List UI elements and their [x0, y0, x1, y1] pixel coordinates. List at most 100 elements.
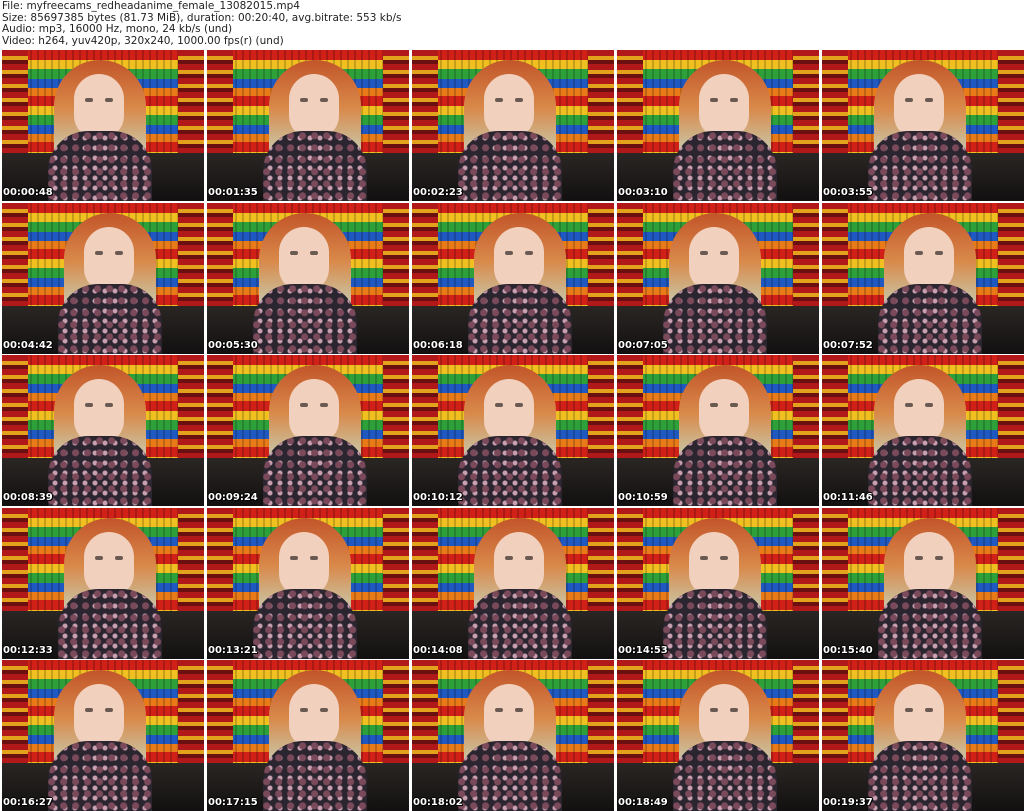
- person-body: [48, 131, 152, 201]
- frame-timestamp: 00:07:52: [823, 339, 873, 351]
- person-body: [58, 588, 162, 659]
- person-body: [458, 436, 562, 506]
- frame-timestamp: 00:10:59: [618, 492, 668, 503]
- person-face: [279, 226, 329, 291]
- person-face: [74, 74, 124, 138]
- person-face: [84, 531, 134, 596]
- person-face: [84, 226, 134, 291]
- frame-timestamp: 00:08:39: [3, 492, 53, 503]
- person-body: [878, 588, 982, 659]
- person-face: [699, 379, 749, 443]
- person-body: [663, 588, 767, 659]
- frame-timestamp: 00:12:33: [3, 644, 53, 656]
- frame-thumbnail: 00:18:02: [412, 660, 614, 811]
- person-face: [289, 379, 339, 443]
- frame-thumbnail: 00:12:33: [2, 507, 204, 659]
- thumbnail-grid: 00:00:48 00:01:35 00:02:23 00:03:10 00:03:55…: [2, 50, 1024, 811]
- person-body: [458, 131, 562, 201]
- frame-thumbnail: 00:19:37: [822, 660, 1024, 811]
- frame-timestamp: 00:10:12: [413, 492, 463, 503]
- frame-thumbnail: 00:11:46: [822, 355, 1024, 506]
- frame-timestamp: 00:18:02: [413, 797, 463, 808]
- frame-timestamp: 00:15:40: [823, 644, 873, 656]
- frame-thumbnail: 00:07:52: [822, 202, 1024, 354]
- person-face: [894, 684, 944, 748]
- frame-timestamp: 00:02:23: [413, 187, 463, 198]
- person-face: [689, 226, 739, 291]
- frame-thumbnail: 00:05:30: [207, 202, 409, 354]
- person-body: [263, 741, 367, 811]
- person-face: [74, 684, 124, 748]
- frame-timestamp: 00:00:48: [3, 187, 53, 198]
- person-face: [699, 74, 749, 138]
- frame-timestamp: 00:11:46: [823, 492, 873, 503]
- person-face: [484, 74, 534, 138]
- frame-timestamp: 00:14:08: [413, 644, 463, 656]
- frame-timestamp: 00:05:30: [208, 339, 258, 351]
- person-body: [663, 283, 767, 354]
- person-face: [484, 684, 534, 748]
- person-face: [289, 74, 339, 138]
- frame-thumbnail: 00:10:59: [617, 355, 819, 506]
- frame-thumbnail: 00:02:23: [412, 50, 614, 201]
- frame-thumbnail: 00:04:42: [2, 202, 204, 354]
- person-body: [253, 588, 357, 659]
- frame-timestamp: 00:03:55: [823, 187, 873, 198]
- frame-thumbnail: 00:14:53: [617, 507, 819, 659]
- frame-thumbnail: 00:17:15: [207, 660, 409, 811]
- person-face: [894, 379, 944, 443]
- person-face: [904, 531, 954, 596]
- person-face: [289, 684, 339, 748]
- file-info-header: File: myfreecams_redheadanime_female_130…: [0, 0, 1024, 50]
- person-body: [263, 436, 367, 506]
- frame-thumbnail: 00:07:05: [617, 202, 819, 354]
- person-body: [868, 741, 972, 811]
- person-face: [494, 226, 544, 291]
- frame-thumbnail: 00:03:55: [822, 50, 1024, 201]
- frame-thumbnail: 00:03:10: [617, 50, 819, 201]
- frame-timestamp: 00:14:53: [618, 644, 668, 656]
- person-body: [48, 741, 152, 811]
- person-body: [673, 131, 777, 201]
- frame-thumbnail: 00:08:39: [2, 355, 204, 506]
- frame-thumbnail: 00:13:21: [207, 507, 409, 659]
- frame-thumbnail: 00:14:08: [412, 507, 614, 659]
- frame-thumbnail: 00:09:24: [207, 355, 409, 506]
- person-body: [263, 131, 367, 201]
- person-face: [699, 684, 749, 748]
- frame-thumbnail: 00:06:18: [412, 202, 614, 354]
- person-face: [689, 531, 739, 596]
- person-body: [58, 283, 162, 354]
- person-body: [253, 283, 357, 354]
- frame-timestamp: 00:19:37: [823, 797, 873, 808]
- person-body: [48, 436, 152, 506]
- person-face: [279, 531, 329, 596]
- person-body: [868, 131, 972, 201]
- frame-timestamp: 00:16:27: [3, 797, 53, 808]
- frame-timestamp: 00:04:42: [3, 339, 53, 351]
- person-body: [458, 741, 562, 811]
- person-body: [673, 436, 777, 506]
- frame-thumbnail: 00:10:12: [412, 355, 614, 506]
- frame-timestamp: 00:03:10: [618, 187, 668, 198]
- person-body: [468, 588, 572, 659]
- frame-timestamp: 00:06:18: [413, 339, 463, 351]
- frame-timestamp: 00:01:35: [208, 187, 258, 198]
- person-face: [484, 379, 534, 443]
- frame-thumbnail: 00:18:49: [617, 660, 819, 811]
- person-face: [74, 379, 124, 443]
- frame-thumbnail: 00:01:35: [207, 50, 409, 201]
- frame-timestamp: 00:18:49: [618, 797, 668, 808]
- person-body: [868, 436, 972, 506]
- frame-timestamp: 00:13:21: [208, 644, 258, 656]
- person-face: [894, 74, 944, 138]
- person-face: [904, 226, 954, 291]
- frame-timestamp: 00:17:15: [208, 797, 258, 808]
- person-body: [468, 283, 572, 354]
- file-name-line: File: myfreecams_redheadanime_female_130…: [2, 0, 300, 12]
- frame-thumbnail: 00:00:48: [2, 50, 204, 201]
- frame-timestamp: 00:07:05: [618, 339, 668, 351]
- frame-timestamp: 00:09:24: [208, 492, 258, 503]
- person-body: [673, 741, 777, 811]
- frame-thumbnail: 00:16:27: [2, 660, 204, 811]
